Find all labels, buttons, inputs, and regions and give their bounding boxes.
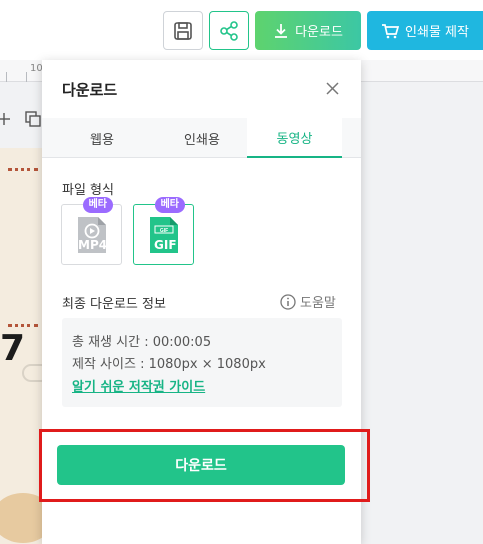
design-text: 7 (0, 328, 26, 369)
close-icon (325, 81, 339, 95)
download-icon (275, 23, 288, 38)
format-mp4-option[interactable]: 베타 MP4 (61, 197, 122, 265)
add-icon[interactable] (0, 113, 10, 125)
tab-web[interactable]: 웹용 (52, 118, 152, 158)
share-button[interactable] (209, 11, 249, 50)
duration-text: 총 재생 시간 : 00:00:05 (72, 335, 212, 350)
top-toolbar: 다운로드 인쇄물 제작 (0, 0, 483, 60)
save-icon (174, 21, 192, 40)
format-tabs: 웹용 인쇄용 동영상 (42, 118, 361, 158)
mp4-label: MP4 (78, 238, 108, 252)
file-format-label: 파일 형식 (62, 183, 114, 198)
download-info-box: 총 재생 시간 : 00:00:05 제작 사이즈 : 1080px × 108… (62, 318, 342, 407)
info-title: 최종 다운로드 정보 (62, 297, 166, 312)
tab-print[interactable]: 인쇄용 (152, 118, 252, 158)
side-tools (0, 105, 45, 135)
toolbar-download-button[interactable]: 다운로드 (255, 11, 361, 50)
print-order-label: 인쇄물 제작 (405, 25, 469, 40)
copyright-guide-link[interactable]: 알기 쉬운 저작권 가이드 (72, 376, 205, 395)
size-text: 제작 사이즈 : 1080px × 1080px (72, 357, 266, 372)
svg-text:GIF: GIF (159, 228, 167, 234)
highlight-box (39, 429, 370, 502)
beta-badge: 베타 (82, 197, 113, 213)
info-circle-icon (280, 293, 296, 310)
save-button[interactable] (163, 11, 203, 50)
panel-header: 다운로드 (42, 60, 361, 118)
close-button[interactable] (322, 78, 342, 98)
ruler-marker: 10 (30, 63, 43, 74)
beta-badge: 베타 (154, 197, 185, 213)
help-label: 도움말 (300, 296, 336, 311)
panel-title: 다운로드 (62, 81, 118, 99)
decorative-dots (8, 168, 38, 171)
print-order-button[interactable]: 인쇄물 제작 (367, 11, 483, 50)
decorative-dots (8, 324, 38, 327)
copy-icon[interactable] (25, 111, 41, 127)
format-gif-option[interactable]: 베타 GIF GIF (133, 197, 194, 265)
share-icon (220, 20, 238, 41)
cart-icon (382, 23, 400, 38)
tab-video[interactable]: 동영상 (247, 118, 342, 158)
help-link[interactable]: 도움말 (280, 292, 336, 311)
gif-label: GIF (154, 238, 177, 252)
toolbar-download-label: 다운로드 (295, 25, 343, 40)
